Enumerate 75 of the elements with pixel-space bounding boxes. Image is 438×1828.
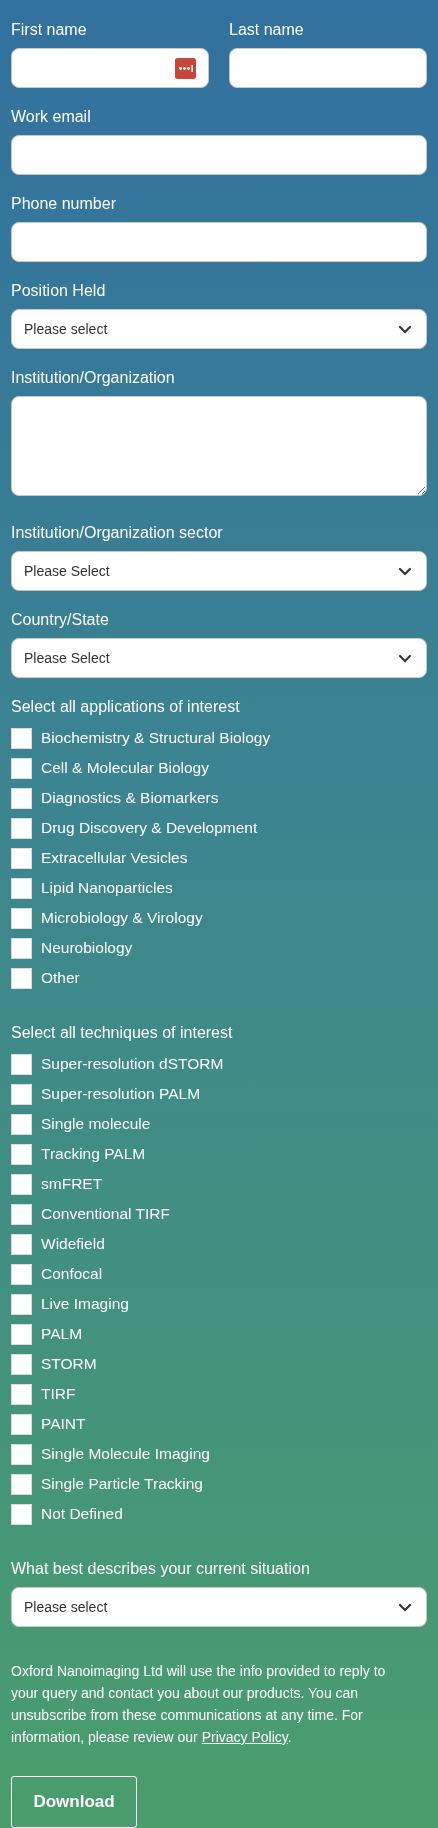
checkbox-label: Not Defined bbox=[41, 1505, 123, 1523]
checkbox[interactable] bbox=[11, 1383, 32, 1405]
checkbox-label: Super-resolution PALM bbox=[41, 1085, 201, 1103]
checkbox-label: Tracking PALM bbox=[41, 1145, 146, 1163]
password-manager-icon[interactable] bbox=[175, 57, 196, 79]
checkbox[interactable] bbox=[11, 877, 32, 899]
checkbox-label: Extracellular Vesicles bbox=[41, 849, 188, 867]
field-label: Phone number bbox=[11, 194, 117, 214]
checkbox-label: Single molecule bbox=[41, 1115, 151, 1133]
group-heading: Select all applications of interest bbox=[11, 697, 241, 717]
select-dropdown[interactable]: Please Select bbox=[11, 551, 427, 591]
checkbox-label: STORM bbox=[41, 1355, 97, 1373]
checkbox-label: smFRET bbox=[41, 1175, 103, 1193]
select-dropdown[interactable]: Please select bbox=[11, 1587, 427, 1627]
checkbox[interactable] bbox=[11, 967, 32, 989]
checkbox-label: TIRF bbox=[41, 1385, 76, 1403]
field-label: Country/State bbox=[11, 610, 110, 630]
chevron-down-icon bbox=[398, 653, 412, 663]
field-label: Institution/Organization sector bbox=[11, 523, 224, 543]
field-label: Work email bbox=[11, 107, 92, 127]
checkbox-label: PAINT bbox=[41, 1415, 86, 1433]
chevron-down-icon bbox=[398, 566, 412, 576]
chevron-down-icon bbox=[398, 1602, 412, 1612]
checkbox-label: Microbiology & Virology bbox=[41, 909, 203, 927]
checkbox[interactable] bbox=[11, 817, 32, 839]
checkbox-label: Super-resolution dSTORM bbox=[41, 1055, 224, 1073]
checkbox[interactable] bbox=[11, 1083, 32, 1105]
checkbox[interactable] bbox=[11, 787, 32, 809]
checkbox[interactable] bbox=[11, 937, 32, 959]
select-dropdown[interactable]: Please select bbox=[11, 309, 427, 349]
checkbox[interactable] bbox=[11, 1323, 32, 1345]
checkbox[interactable] bbox=[11, 1173, 32, 1195]
checkbox[interactable] bbox=[11, 1053, 32, 1075]
checkbox[interactable] bbox=[11, 847, 32, 869]
select-dropdown[interactable]: Please Select bbox=[11, 638, 427, 678]
checkbox[interactable] bbox=[11, 1413, 32, 1435]
checkbox-label: Cell & Molecular Biology bbox=[41, 759, 209, 777]
checkbox[interactable] bbox=[11, 1443, 32, 1465]
checkbox[interactable] bbox=[11, 1353, 32, 1375]
checkbox[interactable] bbox=[11, 1113, 32, 1135]
checkbox-label: Biochemistry & Structural Biology bbox=[41, 729, 271, 747]
checkbox-label: Diagnostics & Biomarkers bbox=[41, 789, 219, 807]
field-label: Position Held bbox=[11, 281, 107, 301]
checkbox[interactable] bbox=[11, 907, 32, 929]
checkbox[interactable] bbox=[11, 1203, 32, 1225]
checkbox[interactable] bbox=[11, 1143, 32, 1165]
chevron-down-icon bbox=[398, 324, 412, 334]
checkbox-label: Live Imaging bbox=[41, 1295, 129, 1313]
text-field[interactable] bbox=[11, 135, 427, 175]
text-field[interactable] bbox=[11, 222, 427, 262]
checkbox-label: Confocal bbox=[41, 1265, 103, 1283]
checkbox-label: Drug Discovery & Development bbox=[41, 819, 258, 837]
checkbox[interactable] bbox=[11, 1503, 32, 1525]
checkbox[interactable] bbox=[11, 757, 32, 779]
checkbox-label: Single Molecule Imaging bbox=[41, 1445, 210, 1463]
text-field[interactable] bbox=[11, 48, 209, 88]
checkbox-label: Widefield bbox=[41, 1235, 105, 1253]
checkbox-label: Other bbox=[41, 969, 80, 987]
checkbox-label: PALM bbox=[41, 1325, 83, 1343]
checkbox[interactable] bbox=[11, 1233, 32, 1255]
checkbox[interactable] bbox=[11, 1263, 32, 1285]
field-label: First name bbox=[11, 20, 88, 40]
checkbox-label: Conventional TIRF bbox=[41, 1205, 170, 1223]
checkbox-label: Lipid Nanoparticles bbox=[41, 879, 173, 897]
checkbox[interactable] bbox=[11, 1293, 32, 1315]
field-label: Institution/Organization bbox=[11, 368, 176, 388]
checkbox[interactable] bbox=[11, 727, 32, 749]
field-label: Last name bbox=[229, 20, 305, 40]
consent-text: Oxford Nanoimaging Ltd will use the info provided to reply to your query and contact you about our products. You can unsubscribe from these communications at any time. For information, please review our Privacy Policy. bbox=[11, 1662, 387, 1747]
checkbox-label: Neurobiology bbox=[41, 939, 133, 957]
checkbox[interactable] bbox=[11, 1473, 32, 1495]
field-label: What best describes your current situation bbox=[11, 1559, 311, 1579]
text-field[interactable] bbox=[229, 48, 427, 88]
checkbox-label: Single Particle Tracking bbox=[41, 1475, 203, 1493]
group-heading: Select all techniques of interest bbox=[11, 1023, 234, 1043]
